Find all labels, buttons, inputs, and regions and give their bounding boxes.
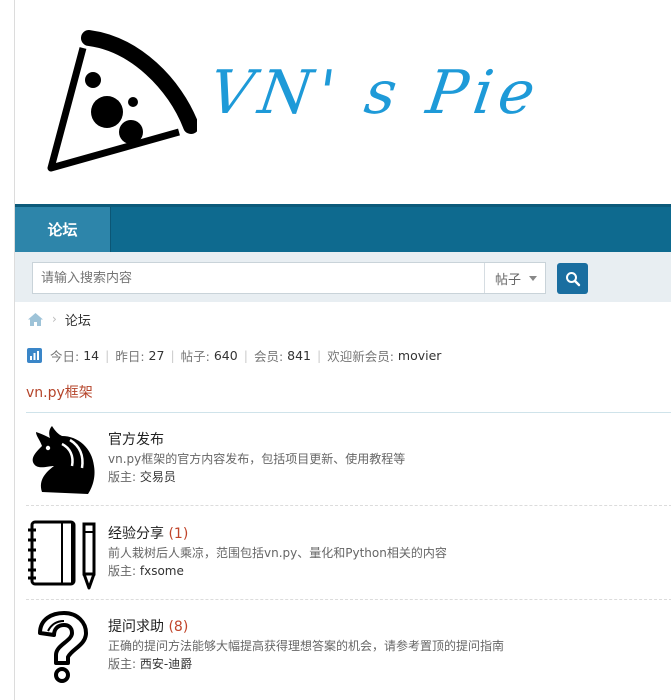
stat-welcome-label: 欢迎新会员: <box>327 348 394 364</box>
stat-today-value: 14 <box>83 347 100 363</box>
divider: | <box>105 347 110 363</box>
forum-new-count: (1) <box>168 526 189 542</box>
moderator-link[interactable]: 西安-迪爵 <box>140 657 192 671</box>
page: VN' s Pie 论坛 帖子 › 论坛 今日: 14 <box>14 0 671 700</box>
stat-newest-member-link[interactable]: movier <box>398 348 442 363</box>
search-input[interactable] <box>33 263 499 293</box>
forum-info: 提问求助 (8) 正确的提问方法能够大幅提高获得理想答案的机会，请参考置顶的提问… <box>108 618 504 673</box>
search-bar: 帖子 <box>15 252 671 302</box>
moderator-link[interactable]: 交易员 <box>140 470 176 484</box>
search-type-label: 帖子 <box>494 272 521 288</box>
bar-chart-icon <box>27 347 42 363</box>
stat-posts-value: 640 <box>213 347 238 363</box>
moderator-label: 版主: <box>108 657 137 671</box>
pizza-logo-icon[interactable] <box>45 24 197 174</box>
forum-title-text[interactable]: 提问求助 <box>108 619 164 635</box>
knight-icon[interactable] <box>26 422 102 498</box>
forum-moderator: 版主: 交易员 <box>108 468 405 486</box>
row-divider <box>26 599 671 600</box>
forum-title[interactable]: 经验分享 (1) <box>108 525 447 543</box>
search-type-select[interactable]: 帖子 <box>484 263 547 293</box>
divider: | <box>317 347 322 363</box>
forum-info: 官方发布 vn.py框架的官方内容发布，包括项目更新、使用教程等 版主: 交易员 <box>108 431 405 486</box>
stat-yesterday-label: 昨日: <box>115 348 145 364</box>
stat-members-label: 会员: <box>253 348 284 364</box>
forum-moderator: 版主: fxsome <box>108 562 447 580</box>
main-navbar: 论坛 <box>15 204 671 252</box>
forum-title[interactable]: 提问求助 (8) <box>108 618 504 636</box>
moderator-link[interactable]: fxsome <box>140 564 184 578</box>
stat-yesterday-value: 27 <box>148 347 165 363</box>
forum-title[interactable]: 官方发布 <box>108 431 405 449</box>
search-button[interactable] <box>557 263 588 294</box>
breadcrumb-current[interactable]: 论坛 <box>65 310 91 329</box>
moderator-label: 版主: <box>108 564 137 578</box>
question-icon[interactable] <box>26 609 102 685</box>
forum-description: 前人栽树后人乘凉，范围包括vn.py、量化和Python相关的内容 <box>108 546 447 560</box>
site-header: VN' s Pie <box>15 0 671 204</box>
stat-posts-label: 帖子: <box>180 348 210 364</box>
notebook-pencil-icon[interactable] <box>26 516 102 592</box>
nav-item-forum[interactable]: 论坛 <box>15 207 111 252</box>
forum-row: 经验分享 (1) 前人栽树后人乘凉，范围包括vn.py、量化和Python相关的… <box>26 508 671 600</box>
breadcrumb-separator: › <box>52 312 57 326</box>
forum-title-text[interactable]: 官方发布 <box>108 432 164 448</box>
divider: | <box>170 347 175 363</box>
forum-info: 经验分享 (1) 前人栽树后人乘凉，范围包括vn.py、量化和Python相关的… <box>108 525 447 580</box>
forum-description: vn.py框架的官方内容发布，包括项目更新、使用教程等 <box>108 452 406 466</box>
row-divider <box>26 505 671 506</box>
forum-moderator: 版主: 西安-迪爵 <box>108 655 504 673</box>
stat-today-label: 今日: <box>50 348 80 364</box>
home-icon[interactable] <box>27 312 44 327</box>
category-divider <box>26 412 671 413</box>
divider: | <box>243 347 248 363</box>
search-icon <box>565 271 580 286</box>
category-title[interactable]: vn.py框架 <box>26 382 93 402</box>
forum-description: 正确的提问方法能够大幅提高获得理想答案的机会，请参考置顶的提问指南 <box>108 639 505 653</box>
forum-title-text[interactable]: 经验分享 <box>108 526 164 542</box>
brand-logo-text[interactable]: VN' s Pie <box>205 58 545 128</box>
forum-new-count: (8) <box>168 619 189 635</box>
moderator-label: 版主: <box>108 470 137 484</box>
forum-row: 官方发布 vn.py框架的官方内容发布，包括项目更新、使用教程等 版主: 交易员 <box>26 414 671 506</box>
chevron-down-icon <box>529 275 537 281</box>
forum-stats: 今日: 14 | 昨日: 27 | 帖子: 640 | 会员: 841 | 欢迎… <box>27 346 441 364</box>
search-box: 帖子 <box>32 262 546 294</box>
breadcrumb: › 论坛 <box>27 309 91 329</box>
forum-row: 提问求助 (8) 正确的提问方法能够大幅提高获得理想答案的机会，请参考置顶的提问… <box>26 601 671 693</box>
stat-members-value: 841 <box>287 347 311 363</box>
